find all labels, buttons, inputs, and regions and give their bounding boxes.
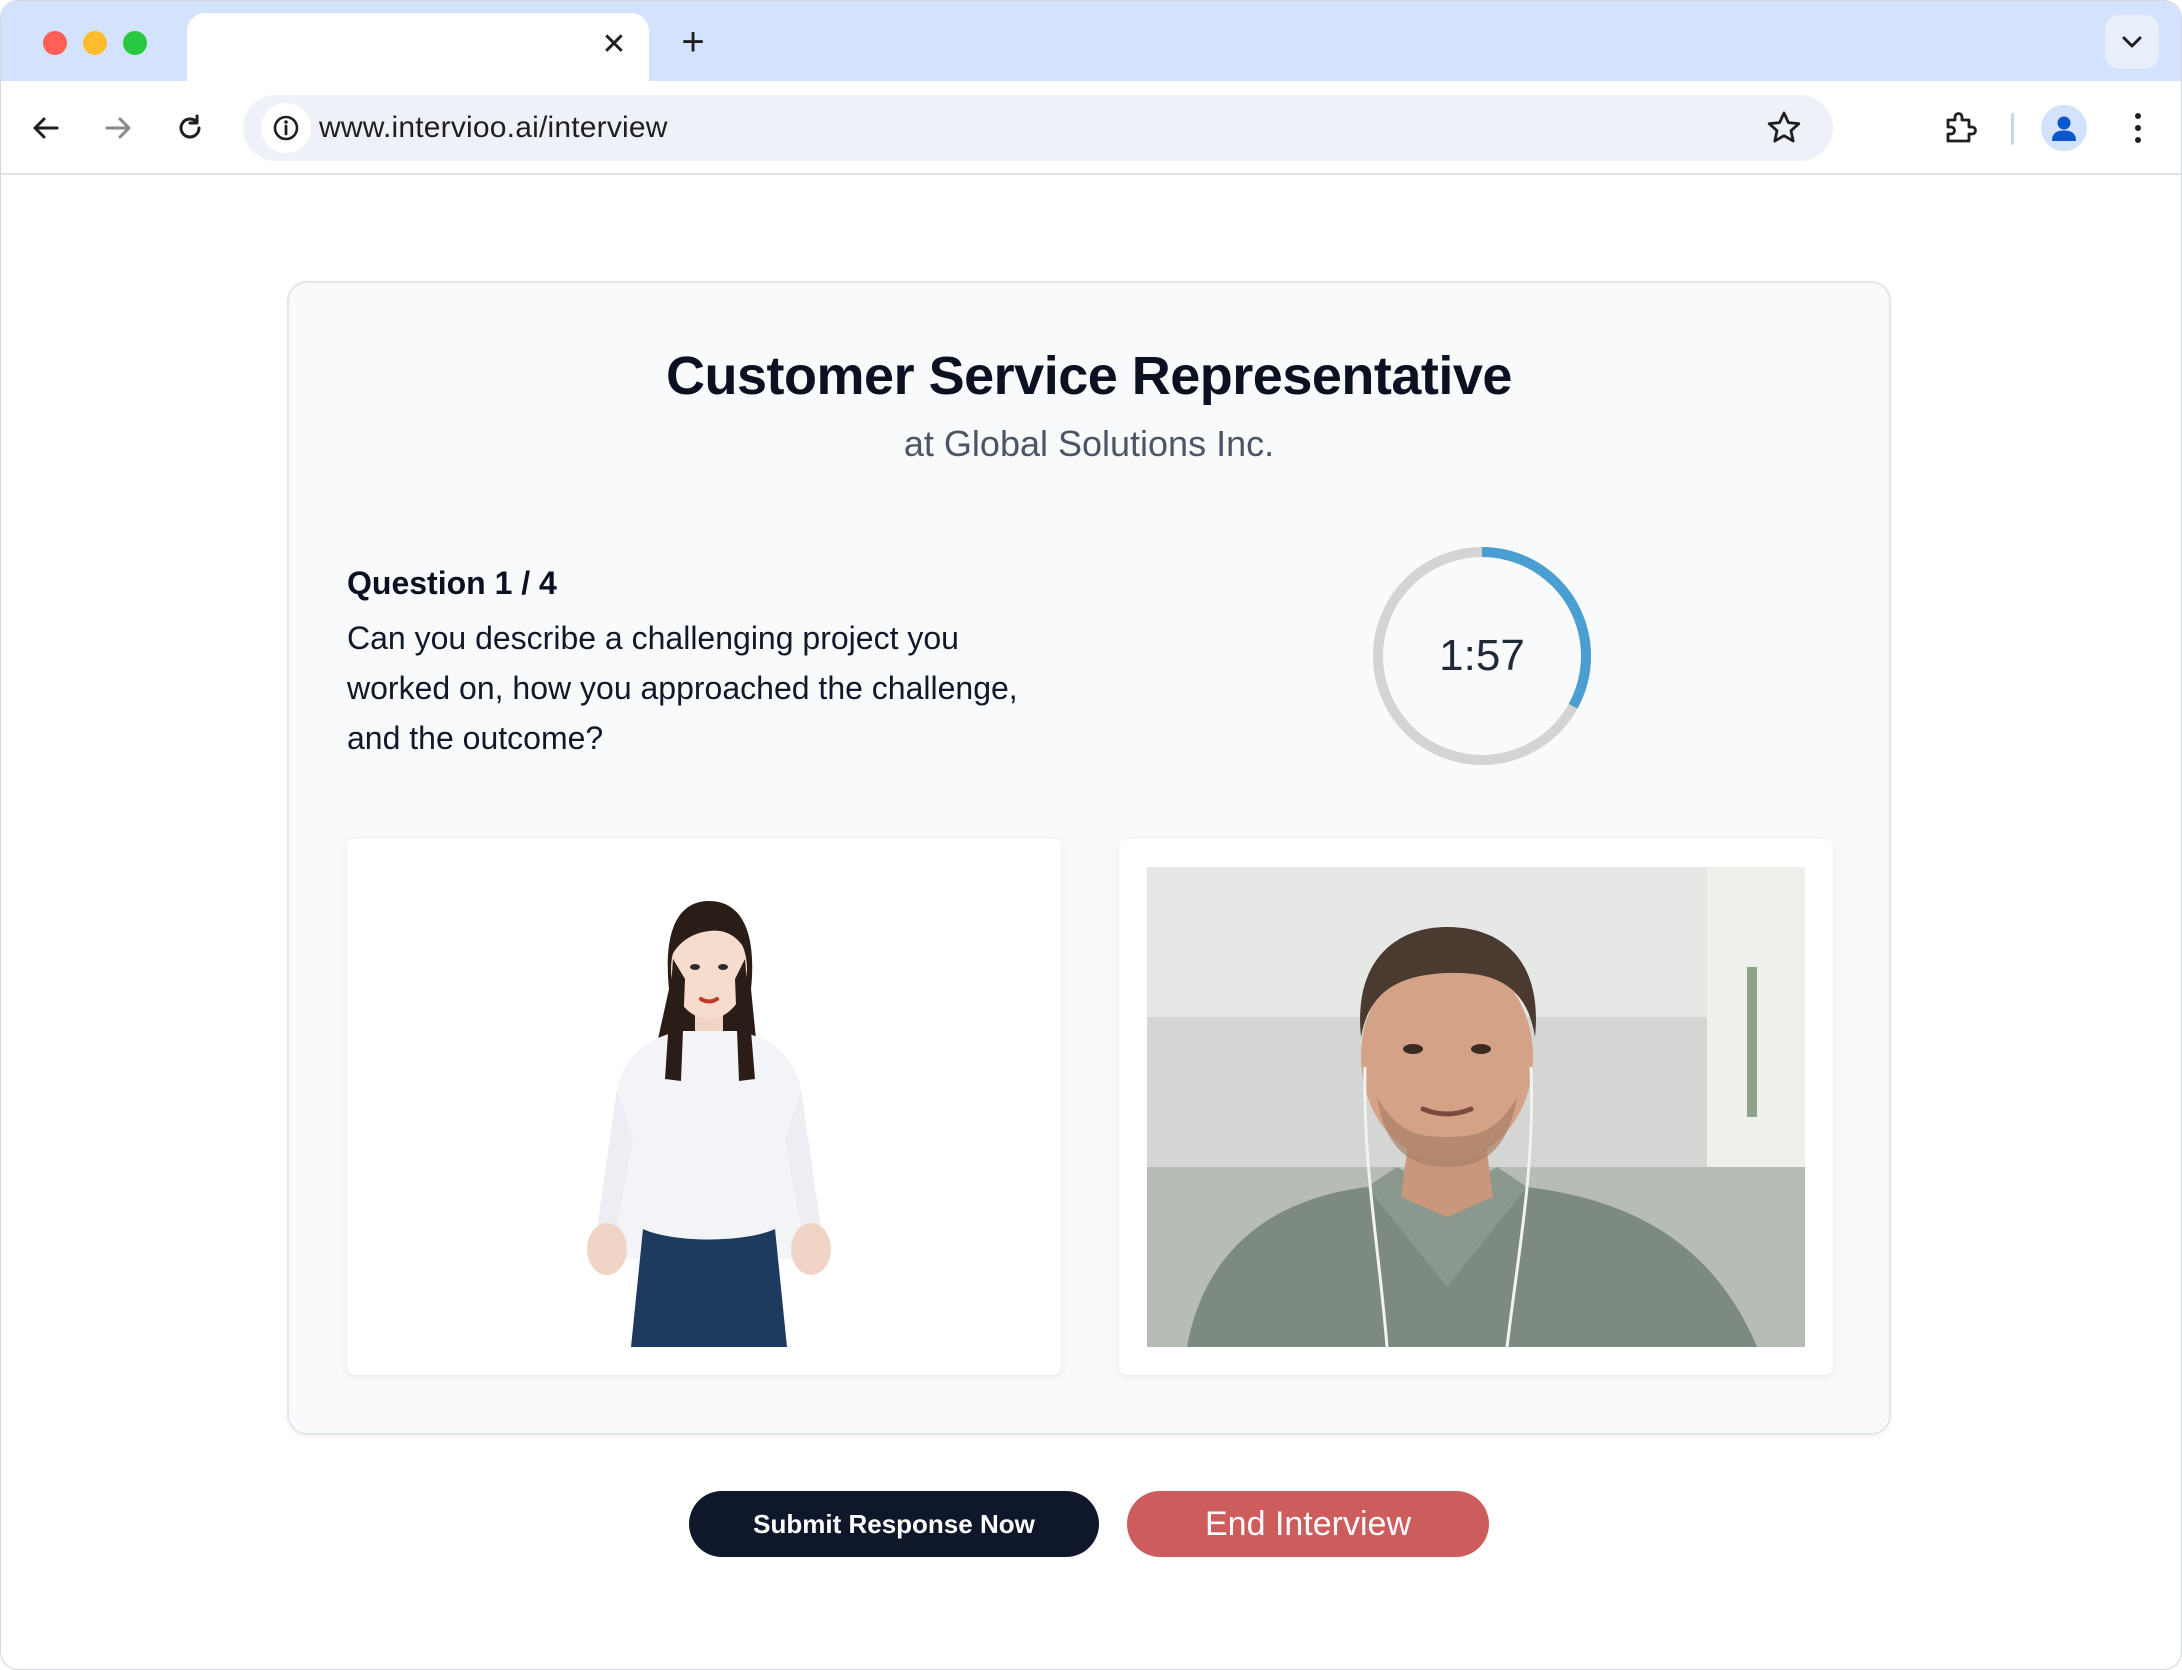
chevron-down-icon[interactable] (2105, 15, 2159, 69)
question-counter: Question 1 / 4 (347, 565, 557, 601)
browser-window: ✕ + www.intervioo.ai/interview Customer … (0, 0, 2182, 1670)
info-icon[interactable] (261, 103, 311, 153)
countdown-timer: 1:57 (1369, 543, 1595, 769)
url-text[interactable]: www.intervioo.ai/interview (319, 95, 668, 161)
tab-close-icon[interactable]: ✕ (597, 27, 631, 61)
candidate-video-panel (1119, 839, 1833, 1375)
active-tab[interactable]: ✕ (187, 13, 649, 83)
toolbar-divider (2011, 113, 2014, 145)
timer-value: 1:57 (1439, 631, 1525, 680)
tab-strip: ✕ + (1, 1, 2181, 83)
new-tab-icon[interactable]: + (673, 19, 713, 65)
minimize-window-button[interactable] (83, 31, 107, 55)
end-interview-button[interactable]: End Interview (1127, 1491, 1489, 1557)
question-text: Can you describe a challenging project y… (347, 620, 1018, 756)
maximize-window-button[interactable] (123, 31, 147, 55)
candidate-video-frame (1147, 867, 1805, 1347)
profile-icon[interactable] (2041, 105, 2087, 151)
interview-card: Customer Service Representative at Globa… (287, 281, 1891, 1435)
company-name: at Global Solutions Inc. (903, 423, 1275, 464)
ai-interviewer-avatar (587, 901, 831, 1347)
forward-arrow-icon[interactable] (93, 103, 143, 153)
interviewer-video-panel (347, 839, 1061, 1375)
job-title: Customer Service Representative (666, 346, 1512, 406)
browser-toolbar: www.intervioo.ai/interview (1, 81, 2181, 175)
back-arrow-icon[interactable] (21, 103, 71, 153)
candidate-webcam-feed (1147, 867, 1805, 1347)
address-bar[interactable]: www.intervioo.ai/interview (243, 95, 1833, 161)
submit-response-button[interactable]: Submit Response Now (689, 1491, 1099, 1557)
puzzle-piece-icon[interactable] (1935, 103, 1985, 153)
star-icon[interactable] (1765, 109, 1803, 147)
kebab-menu-icon[interactable] (2113, 103, 2163, 153)
reload-icon[interactable] (165, 103, 215, 153)
close-window-button[interactable] (43, 31, 67, 55)
